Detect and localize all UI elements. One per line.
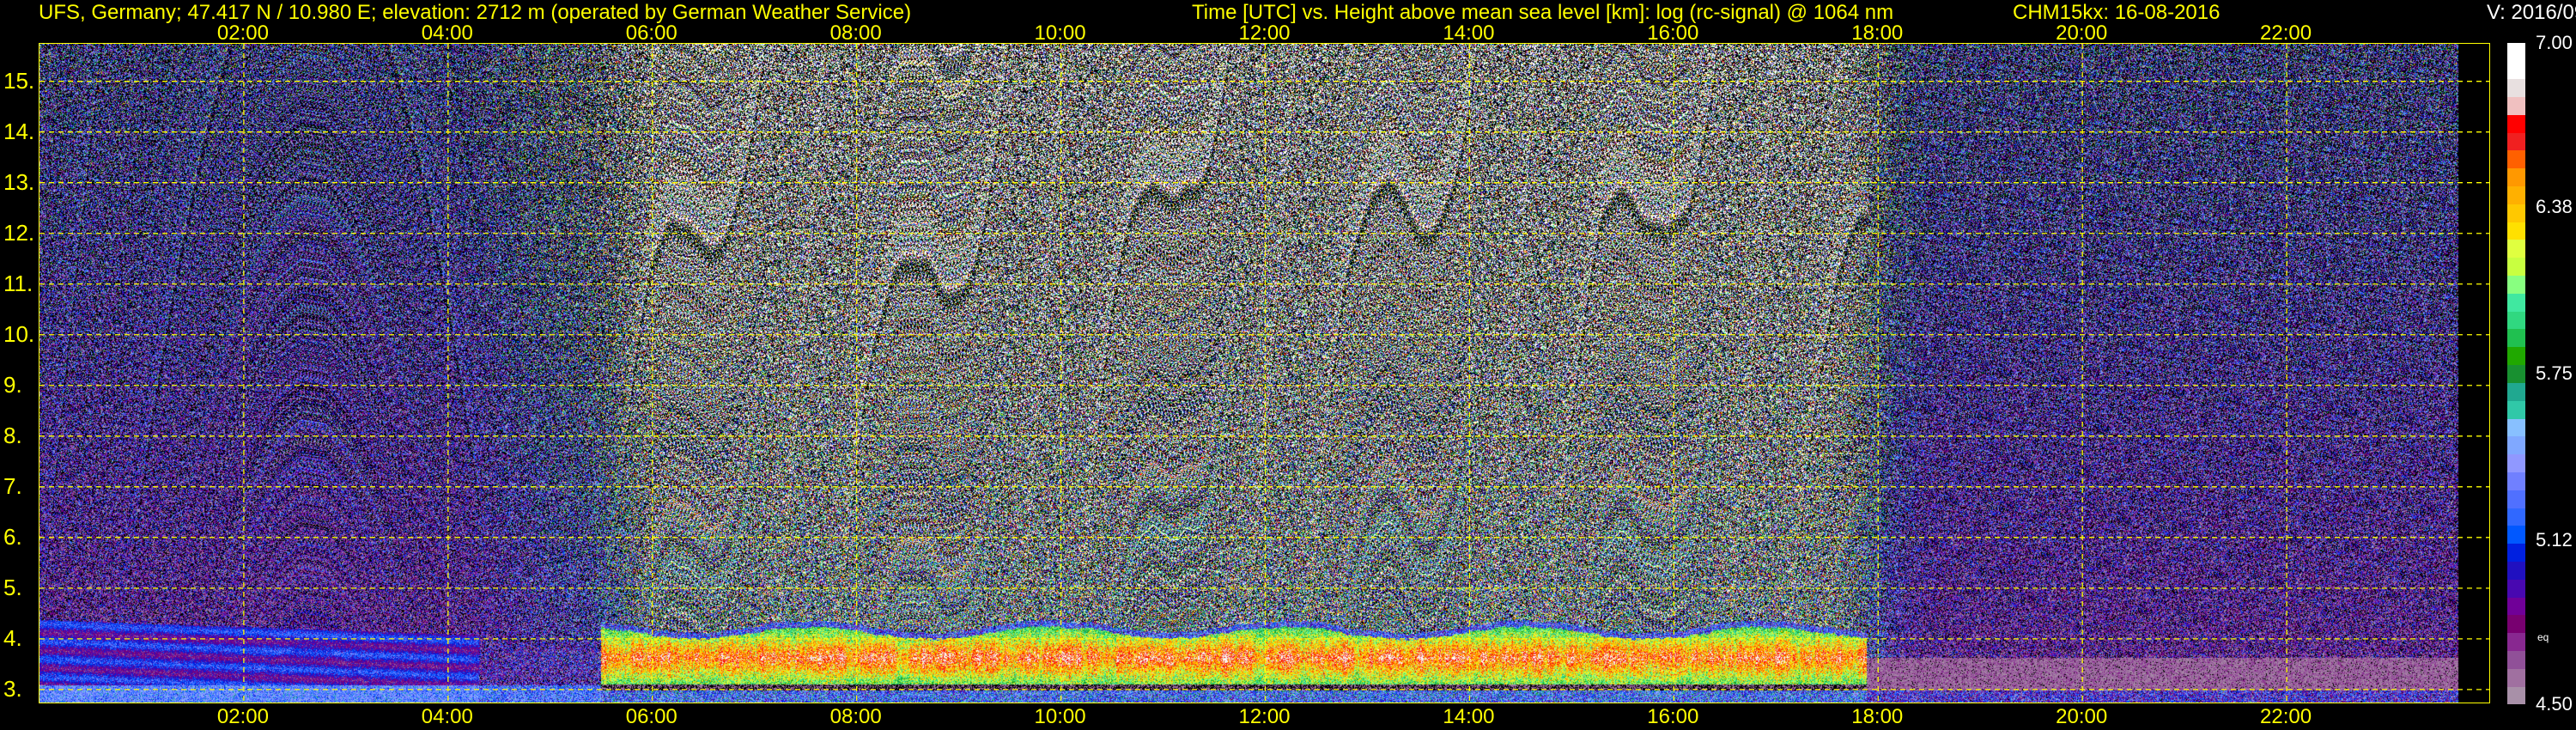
colorbar-swatch bbox=[2507, 579, 2525, 598]
colorbar-swatch bbox=[2507, 167, 2525, 186]
x-tick-label-bottom: 10:00 bbox=[1034, 705, 1086, 728]
chart-title: Time [UTC] vs. Height above mean sea lev… bbox=[1192, 1, 1894, 24]
colorbar-tick-label: 7.00 bbox=[2536, 32, 2573, 53]
colorbar-swatch bbox=[2507, 257, 2525, 277]
x-tick-label-top: 04:00 bbox=[421, 21, 473, 45]
grid-lines bbox=[39, 44, 2489, 703]
x-tick-label-bottom: 06:00 bbox=[625, 705, 677, 728]
colorbar-swatch bbox=[2507, 490, 2525, 508]
colorbar-swatch bbox=[2507, 561, 2525, 580]
x-tick-label-top: 12:00 bbox=[1238, 21, 1291, 45]
colorbar-swatch bbox=[2507, 149, 2525, 169]
version-label: V: 2016/09/13 bbox=[2487, 1, 2576, 24]
x-tick-label-top: 10:00 bbox=[1034, 21, 1086, 45]
colorbar-swatch bbox=[2507, 597, 2525, 616]
colorbar-swatch bbox=[2507, 418, 2525, 437]
colorbar-swatch bbox=[2507, 275, 2525, 294]
x-tick-label-bottom: 22:00 bbox=[2260, 705, 2312, 728]
colorbar-swatch bbox=[2507, 614, 2525, 634]
colorbar-eq-label: eq bbox=[2537, 631, 2549, 643]
colorbar-swatch bbox=[2507, 346, 2525, 366]
colorbar-swatch bbox=[2507, 508, 2525, 526]
colorbar-swatch bbox=[2507, 96, 2525, 115]
colorbar-swatch bbox=[2507, 114, 2525, 133]
colorbar-swatch bbox=[2507, 471, 2525, 490]
colorbar-tick-label: 5.12 bbox=[2536, 529, 2573, 551]
colorbar-swatch bbox=[2507, 239, 2525, 259]
colorbar-swatch bbox=[2507, 668, 2525, 687]
y-tick-label: 14. bbox=[3, 118, 35, 144]
x-tick-label-bottom: 12:00 bbox=[1238, 705, 1291, 728]
colorbar-swatch bbox=[2507, 186, 2525, 204]
colorbar bbox=[2507, 43, 2525, 705]
x-tick-label-top: 18:00 bbox=[1851, 21, 1904, 45]
y-tick-label: 13. bbox=[3, 168, 35, 195]
x-tick-label-top: 22:00 bbox=[2260, 21, 2312, 45]
y-tick-label: 10. bbox=[3, 320, 35, 347]
colorbar-swatch bbox=[2507, 400, 2525, 419]
station-title: UFS, Germany; 47.417 N / 10.980 E; eleva… bbox=[39, 1, 912, 24]
x-tick-label-top: 16:00 bbox=[1647, 21, 1699, 45]
colorbar-swatch bbox=[2507, 650, 2525, 669]
x-tick-label-top: 20:00 bbox=[2056, 21, 2108, 45]
colorbar-tick-label: 5.75 bbox=[2536, 362, 2573, 384]
colorbar-swatch bbox=[2507, 435, 2525, 455]
y-tick-label: 3. bbox=[3, 675, 22, 702]
x-tick-label-bottom: 20:00 bbox=[2056, 705, 2108, 728]
x-tick-label-bottom: 08:00 bbox=[829, 705, 882, 728]
colorbar-swatch bbox=[2507, 43, 2525, 62]
y-tick-label: 6. bbox=[3, 523, 22, 550]
x-tick-label-bottom: 02:00 bbox=[216, 705, 269, 728]
colorbar-swatch bbox=[2507, 78, 2525, 97]
y-tick-label: 12. bbox=[3, 219, 35, 246]
y-tick-label: 7. bbox=[3, 472, 22, 499]
colorbar-swatch bbox=[2507, 60, 2525, 80]
colorbar-swatch bbox=[2507, 132, 2525, 151]
y-tick-label: 15. bbox=[3, 67, 35, 94]
y-tick-label: 11. bbox=[3, 270, 33, 296]
x-tick-label-bottom: 04:00 bbox=[421, 705, 473, 728]
x-tick-label-bottom: 18:00 bbox=[1851, 705, 1904, 728]
colorbar-tick-label: 6.38 bbox=[2536, 195, 2573, 217]
x-tick-label-top: 02:00 bbox=[216, 21, 269, 45]
colorbar-swatch bbox=[2507, 382, 2525, 401]
x-tick-label-top: 06:00 bbox=[625, 21, 677, 45]
x-tick-label-top: 14:00 bbox=[1443, 21, 1495, 45]
colorbar-tick-label: 4.50 bbox=[2536, 693, 2573, 715]
x-tick-label-bottom: 14:00 bbox=[1443, 705, 1495, 728]
colorbar-swatch bbox=[2507, 453, 2525, 472]
y-tick-label: 4. bbox=[3, 624, 22, 651]
colorbar-swatch bbox=[2507, 222, 2525, 240]
plot-area bbox=[39, 43, 2490, 703]
x-tick-label-bottom: 16:00 bbox=[1647, 705, 1699, 728]
instrument-label: CHM15kx: 16-08-2016 bbox=[2013, 1, 2221, 24]
colorbar-swatch bbox=[2507, 204, 2525, 222]
colorbar-swatch bbox=[2507, 364, 2525, 383]
colorbar-swatch bbox=[2507, 543, 2525, 562]
colorbar-swatch bbox=[2507, 686, 2525, 705]
colorbar-swatch bbox=[2507, 525, 2525, 544]
colorbar-swatch bbox=[2507, 328, 2525, 348]
colorbar-swatch bbox=[2507, 293, 2525, 312]
x-tick-label-top: 08:00 bbox=[829, 21, 882, 45]
colorbar-swatch bbox=[2507, 632, 2525, 652]
y-tick-label: 5. bbox=[3, 574, 22, 600]
colorbar-swatch bbox=[2507, 311, 2525, 330]
y-tick-label: 9. bbox=[3, 371, 22, 398]
y-tick-label: 8. bbox=[3, 422, 22, 448]
